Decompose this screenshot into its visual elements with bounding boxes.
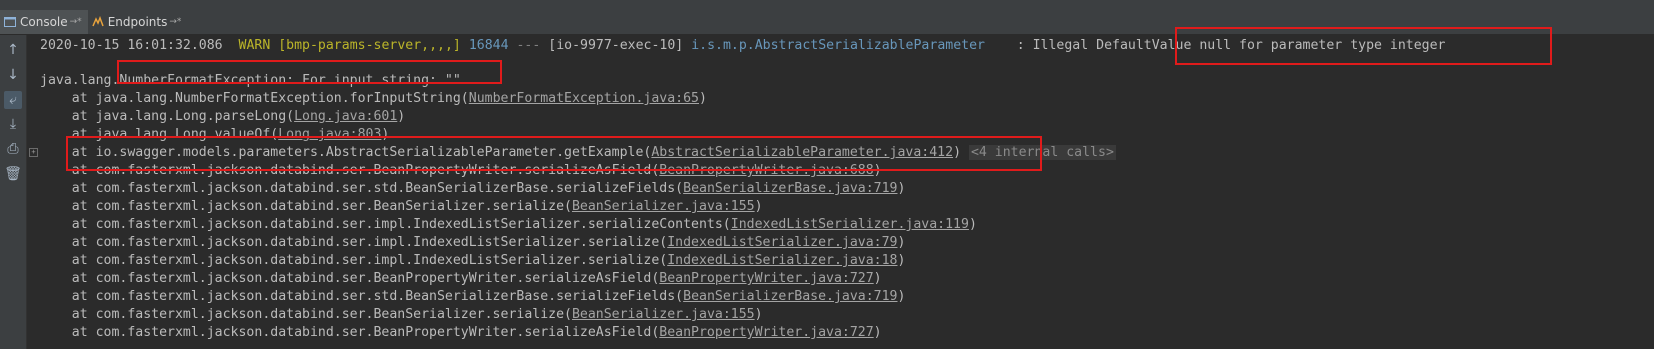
exception-line: java.lang.NumberFormatException: For inp… — [40, 72, 461, 90]
stack-frame-suffix: ) — [699, 91, 707, 106]
log-level: WARN — [238, 38, 271, 53]
log-timestamp: 2020-10-15 16:01:32.086 — [40, 38, 223, 53]
stack-frame-method: at com.fasterxml.jackson.databind.ser.Be… — [71, 199, 572, 214]
stack-frame: at java.lang.NumberFormatException.forIn… — [40, 90, 707, 108]
tab-endpoints-pin: →* — [169, 17, 182, 27]
stack-frame-method: at com.fasterxml.jackson.databind.ser.im… — [71, 253, 668, 268]
stack-frame-source-link[interactable]: BeanSerializer.java:155 — [572, 199, 755, 214]
stack-frame: at java.lang.Long.valueOf(Long.java:803) — [40, 126, 390, 144]
stack-frame-suffix: ) — [897, 289, 906, 304]
stack-frame: at java.lang.Long.parseLong(Long.java:60… — [40, 108, 405, 126]
tab-endpoints[interactable]: Endpoints →* — [88, 10, 188, 34]
exception-prefix: java.lang. — [40, 73, 120, 88]
log-separator: --- — [516, 38, 541, 53]
stack-frame-suffix: ) — [381, 127, 390, 142]
stack-frame-suffix: ) — [897, 181, 906, 196]
console-output[interactable]: 2020-10-15 16:01:32.086 WARN [bmp-params… — [27, 35, 1654, 349]
stack-frame-source-link[interactable]: BeanSerializer.java:155 — [572, 307, 755, 322]
stack-frame-suffix: ) — [897, 235, 906, 250]
tab-console-pin: →* — [69, 17, 82, 27]
stack-frame: at io.swagger.models.parameters.Abstract… — [40, 144, 1116, 162]
log-warn-line: 2020-10-15 16:01:32.086 WARN [bmp-params… — [40, 37, 1445, 55]
log-app: [bmp-params-server,,,,] — [278, 38, 461, 53]
stack-frame: at com.fasterxml.jackson.databind.ser.im… — [40, 252, 906, 270]
exception-name: NumberFormatException: For input string:… — [119, 73, 461, 88]
stack-frame-suffix: ) — [397, 109, 406, 124]
stack-frame-source-link[interactable]: BeanPropertyWriter.java:688 — [659, 163, 873, 178]
tab-endpoints-label: Endpoints — [107, 15, 168, 29]
down-arrow-icon[interactable]: ↓ — [4, 66, 22, 84]
log-thread: [io-9977-exec-10] — [548, 38, 684, 53]
tab-console-label: Console — [20, 15, 68, 29]
stack-frame-method: at com.fasterxml.jackson.databind.ser.im… — [71, 235, 668, 250]
stack-frame-source-link[interactable]: Long.java:601 — [294, 109, 397, 124]
tab-console[interactable]: Console →* — [0, 10, 88, 34]
stack-frame: at com.fasterxml.jackson.databind.ser.Be… — [40, 198, 763, 216]
print-icon[interactable]: ⎙ — [4, 140, 22, 158]
stack-frame-source-link[interactable]: BeanSerializerBase.java:719 — [683, 181, 897, 196]
log-message-prefix: : Illegal — [1016, 38, 1097, 53]
log-logger: i.s.m.p.AbstractSerializableParameter — [691, 38, 985, 53]
stack-frame-method: at com.fasterxml.jackson.databind.ser.im… — [71, 217, 731, 232]
stack-frame-source-link[interactable]: IndexedListSerializer.java:119 — [731, 217, 969, 232]
stack-frame-method: at com.fasterxml.jackson.databind.ser.st… — [71, 289, 684, 304]
stack-frame: at com.fasterxml.jackson.databind.ser.Be… — [40, 270, 882, 288]
stack-frame: at com.fasterxml.jackson.databind.ser.Be… — [40, 324, 882, 342]
log-message-highlight: DefaultValue null for parameter type int… — [1096, 38, 1446, 53]
stack-frame-suffix: ) — [754, 307, 763, 322]
scroll-to-end-icon[interactable]: ⤓ — [4, 115, 22, 133]
stack-frame: at com.fasterxml.jackson.databind.ser.im… — [40, 216, 977, 234]
up-arrow-icon[interactable]: ↑ — [4, 41, 22, 59]
stack-frame-source-link[interactable]: NumberFormatException.java:65 — [469, 91, 699, 106]
stack-frame-source-link[interactable]: IndexedListSerializer.java:18 — [667, 253, 897, 268]
console-icon — [4, 16, 16, 28]
stack-frame-source-link[interactable]: AbstractSerializableParameter.java:412 — [651, 145, 953, 160]
stack-frame-source-link[interactable]: BeanPropertyWriter.java:727 — [659, 325, 873, 340]
trash-icon[interactable]: 🗑 — [4, 165, 22, 183]
log-pid: 16844 — [468, 38, 509, 53]
stack-frame-suffix: ) — [873, 325, 882, 340]
soft-wrap-icon[interactable]: ⤶ — [4, 91, 22, 109]
stack-frame-suffix: ) — [873, 271, 882, 286]
stack-frame: at com.fasterxml.jackson.databind.ser.st… — [40, 288, 906, 306]
stack-frame: at com.fasterxml.jackson.databind.ser.Be… — [40, 306, 763, 324]
stack-frame-method: at com.fasterxml.jackson.databind.ser.Be… — [71, 307, 572, 322]
stack-frame-method: at io.swagger.models.parameters.Abstract… — [71, 145, 652, 160]
stack-frame: at com.fasterxml.jackson.databind.ser.Be… — [40, 162, 882, 180]
stack-frame-method: at java.lang.Long.parseLong( — [71, 109, 295, 124]
stack-frame-method: at java.lang.Long.valueOf( — [71, 127, 279, 142]
stack-frame-source-link[interactable]: BeanSerializerBase.java:719 — [683, 289, 897, 304]
tool-window-tabbar: Console →* Endpoints →* — [0, 10, 1654, 35]
console-toolbar: ↑ ↓ ⤶ ⤓ ⎙ 🗑 — [0, 35, 27, 349]
stack-frame-method: at com.fasterxml.jackson.databind.ser.st… — [71, 181, 684, 196]
stack-frame-suffix: ) — [968, 217, 977, 232]
vertical-scrollbar[interactable] — [1642, 35, 1654, 349]
endpoints-icon — [91, 15, 104, 28]
stack-frame-suffix: ) — [873, 163, 882, 178]
stack-frame-source-link[interactable]: BeanPropertyWriter.java:727 — [659, 271, 873, 286]
stack-frame: at com.fasterxml.jackson.databind.ser.im… — [40, 234, 906, 252]
stack-frame-method: at com.fasterxml.jackson.databind.ser.Be… — [71, 271, 660, 286]
stack-frame-suffix: ) — [897, 253, 906, 268]
stack-frame-method: at java.lang.NumberFormatException.forIn… — [71, 91, 469, 106]
internal-calls-badge[interactable]: <4 internal calls> — [968, 145, 1116, 160]
stack-frame-suffix: ) — [754, 199, 763, 214]
stack-frame-method: at com.fasterxml.jackson.databind.ser.Be… — [71, 163, 660, 178]
stack-frame: at com.fasterxml.jackson.databind.ser.st… — [40, 180, 906, 198]
stack-frame-method: at com.fasterxml.jackson.databind.ser.Be… — [71, 325, 660, 340]
stack-frame-source-link[interactable]: IndexedListSerializer.java:79 — [667, 235, 897, 250]
stack-frame-source-link[interactable]: Long.java:803 — [278, 127, 381, 142]
stack-frame-suffix: ) — [953, 145, 962, 160]
